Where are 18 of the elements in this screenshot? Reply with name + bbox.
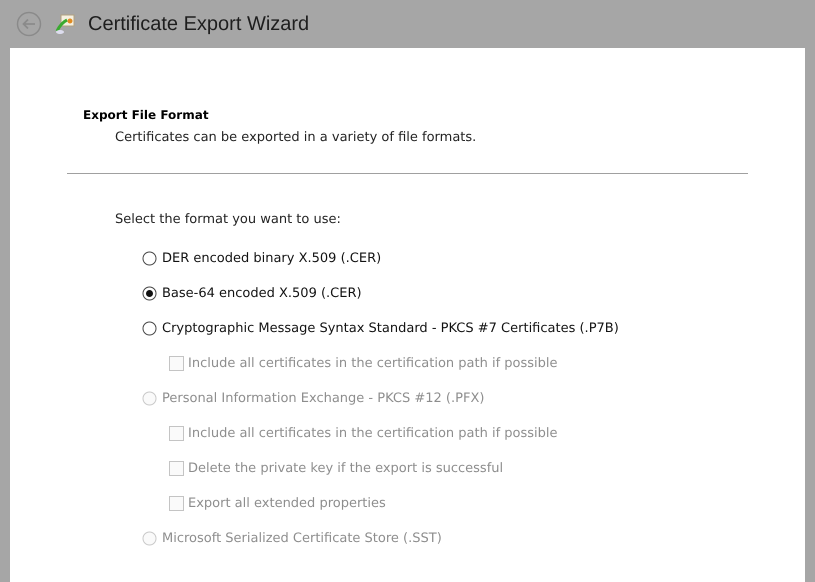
option-label: Export all extended properties — [188, 494, 386, 513]
radio-button[interactable] — [142, 251, 157, 266]
format-label: Base-64 encoded X.509 (.CER) — [162, 284, 362, 303]
window-title: Certificate Export Wizard — [88, 12, 310, 37]
page-heading: Export File Format — [83, 108, 210, 122]
format-label: Personal Information Exchange - PKCS #12 (.PFX) — [162, 390, 484, 408]
certificate-icon — [54, 13, 76, 35]
option-label: Include all certificates in the certification path if possible — [188, 354, 558, 373]
format-label: Cryptographic Message Syntax Standard - PKCS #7 Certificates (.P7B) — [162, 320, 619, 338]
format-prompt: Select the format you want to use: — [115, 210, 342, 228]
format-label: DER encoded binary X.509 (.CER) — [162, 250, 382, 268]
page-subtitle: Certificates can be exported in a variety of file formats. — [115, 129, 478, 147]
format-label: Microsoft Serialized Certificate Store (.SST) — [162, 530, 442, 548]
radio-button[interactable] — [142, 321, 157, 336]
back-icon[interactable] — [16, 11, 42, 37]
option-label: Include all certificates in the certification path if possible — [188, 424, 558, 443]
radio-button[interactable] — [142, 286, 157, 301]
option-label: Delete the private key if the export is successful — [188, 460, 504, 478]
